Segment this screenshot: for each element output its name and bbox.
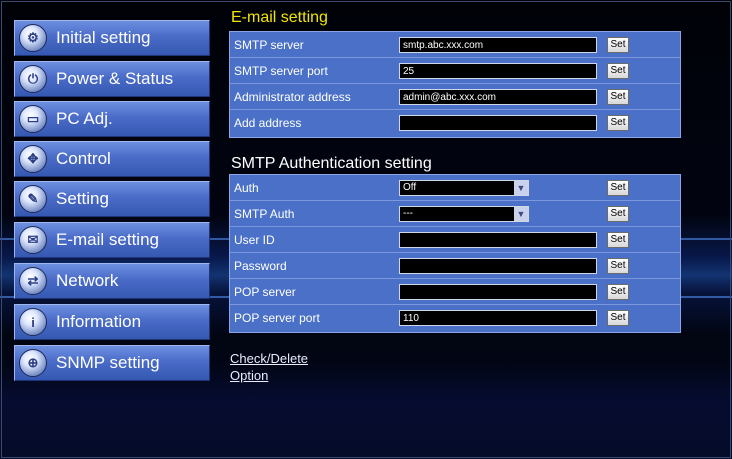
smtp-server-input[interactable] [399, 37, 597, 53]
sidebar-item-label: Power & Status [56, 69, 174, 88]
network-icon: ⇄ [19, 267, 47, 295]
smtp-auth-select[interactable]: --- ▼ [399, 206, 529, 222]
envelope-icon: ✉ [19, 226, 47, 254]
sidebar-item-label: SNMP setting [56, 353, 160, 372]
sidebar-item-network[interactable]: ⇄ Network [14, 263, 210, 299]
power-icon: ⏻ [19, 65, 47, 93]
row-label: Administrator address [234, 90, 351, 104]
row-label: POP server [234, 285, 296, 299]
sidebar-item-label: Information [56, 312, 142, 331]
smtp-server-port-row: SMTP server port Set [230, 58, 680, 84]
sidebar-item-snmp-setting[interactable]: ⊕ SNMP setting [14, 345, 210, 381]
sidebar-item-pc-adj[interactable]: ▭ PC Adj. [14, 101, 210, 137]
user-id-set-button[interactable]: Set [607, 232, 629, 248]
sidebar-item-label: Control [56, 149, 111, 168]
row-label: SMTP Auth [234, 207, 295, 221]
smtp-server-port-input[interactable] [399, 63, 597, 79]
administrator-address-input[interactable] [399, 89, 597, 105]
smtp-server-port-set-button[interactable]: Set [607, 63, 629, 79]
auth-select-value: Off [403, 182, 417, 193]
chevron-down-icon[interactable]: ▼ [514, 207, 528, 221]
smtp-server-set-button[interactable]: Set [607, 37, 629, 53]
sidebar-item-label: Network [56, 271, 119, 290]
sidebar-item-label: PC Adj. [56, 109, 113, 128]
user-id-row: User ID Set [230, 227, 680, 253]
administrator-address-row: Administrator address Set [230, 84, 680, 110]
row-label: Password [234, 259, 287, 273]
pop-server-port-set-button[interactable]: Set [607, 310, 629, 326]
smtp-auth-row: SMTP Auth --- ▼ Set [230, 201, 680, 227]
check-delete-link[interactable]: Check/Delete [230, 351, 308, 366]
sidebar-item-power-status[interactable]: ⏻ Power & Status [14, 61, 210, 97]
sidebar-item-label: Setting [56, 189, 109, 208]
email-setting-panel: SMTP server Set SMTP server port Set Adm… [229, 31, 681, 138]
pop-server-port-input[interactable] [399, 310, 597, 326]
password-row: Password Set [230, 253, 680, 279]
sidebar-item-email-setting[interactable]: ✉ E-mail setting [14, 222, 210, 258]
monitor-icon: ▭ [19, 105, 47, 133]
administrator-address-set-button[interactable]: Set [607, 89, 629, 105]
email-setting-title: E-mail setting [231, 9, 328, 26]
auth-row: Auth Off ▼ Set [230, 175, 680, 201]
gear-icon: ⚙ [19, 24, 47, 52]
wrench-icon: ✎ [19, 185, 47, 213]
pop-server-row: POP server Set [230, 279, 680, 305]
smtp-server-row: SMTP server Set [230, 32, 680, 58]
control-icon: ✥ [19, 145, 47, 173]
add-address-row: Add address Set [230, 110, 680, 136]
smtp-auth-set-button[interactable]: Set [607, 206, 629, 222]
pop-server-set-button[interactable]: Set [607, 284, 629, 300]
smtp-auth-title: SMTP Authentication setting [231, 155, 432, 172]
sidebar-item-label: E-mail setting [56, 230, 159, 249]
smtp-auth-select-value: --- [403, 208, 413, 219]
password-input[interactable] [399, 258, 597, 274]
row-label: SMTP server port [234, 64, 328, 78]
info-icon: i [19, 308, 47, 336]
auth-set-button[interactable]: Set [607, 180, 629, 196]
user-id-input[interactable] [399, 232, 597, 248]
row-label: Add address [234, 116, 302, 130]
row-label: POP server port [234, 311, 320, 325]
sidebar-item-initial-setting[interactable]: ⚙ Initial setting [14, 20, 210, 56]
snmp-icon: ⊕ [19, 349, 47, 377]
smtp-auth-panel: Auth Off ▼ Set SMTP Auth --- ▼ Set User … [229, 174, 681, 333]
sidebar-item-setting[interactable]: ✎ Setting [14, 181, 210, 217]
row-label: Auth [234, 181, 259, 195]
chevron-down-icon[interactable]: ▼ [514, 181, 528, 195]
sidebar-item-information[interactable]: i Information [14, 304, 210, 340]
option-link[interactable]: Option [230, 368, 268, 383]
sidebar-item-control[interactable]: ✥ Control [14, 141, 210, 177]
pop-server-port-row: POP server port Set [230, 305, 680, 331]
sidebar-item-label: Initial setting [56, 28, 151, 47]
row-label: SMTP server [234, 38, 304, 52]
row-label: User ID [234, 233, 275, 247]
add-address-set-button[interactable]: Set [607, 115, 629, 131]
password-set-button[interactable]: Set [607, 258, 629, 274]
pop-server-input[interactable] [399, 284, 597, 300]
auth-select[interactable]: Off ▼ [399, 180, 529, 196]
add-address-input[interactable] [399, 115, 597, 131]
